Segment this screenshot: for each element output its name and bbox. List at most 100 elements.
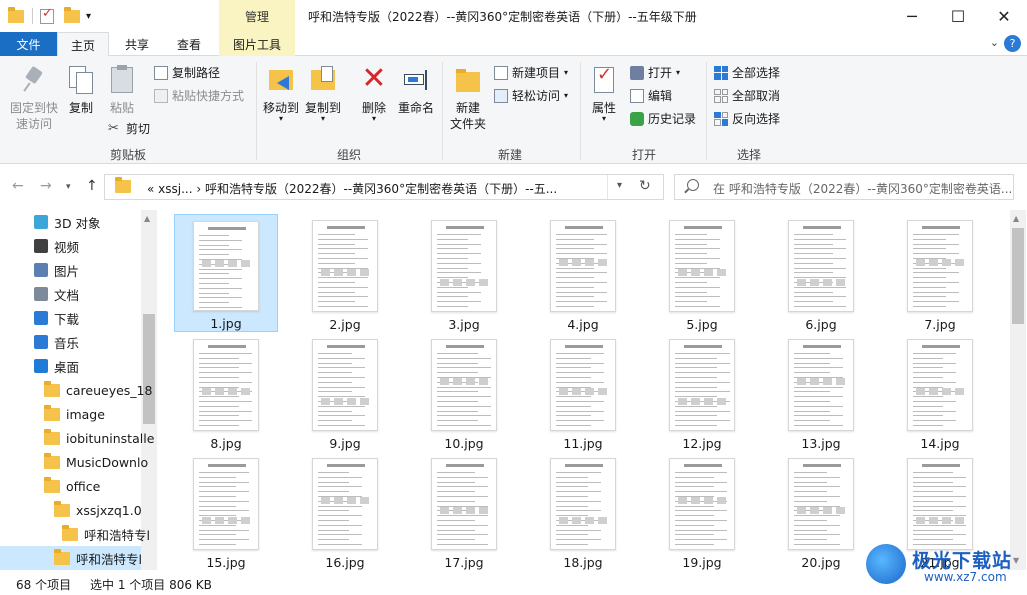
file-tile[interactable]: 18.jpg [531,452,635,570]
back-arrow-icon[interactable]: ← [12,178,24,194]
address-history-chevron-icon[interactable]: ▾ [617,180,622,191]
group-label-open: 打开 [632,148,657,162]
nav-tree-item[interactable]: MusicDownlo [44,450,157,474]
file-tile[interactable]: 1.jpg [174,214,278,332]
nav-tree-item[interactable]: 文档 [34,282,157,306]
paste-shortcut-button[interactable]: 粘贴快捷方式 [154,87,244,104]
copy-path-button[interactable]: 复制路径 [154,64,220,81]
file-tile[interactable]: 6.jpg [769,214,873,332]
invert-selection-button[interactable]: 反向选择 [714,110,780,127]
file-tile[interactable]: 9.jpg [293,333,397,451]
delete-button[interactable]: ✕ 删除 ▾ [358,64,390,123]
3d-objects-icon [34,215,48,229]
open-button[interactable]: 打开 ▾ [630,64,680,81]
move-to-button[interactable]: 移动到 ▾ [262,64,300,123]
copy-to-button[interactable]: 复制到 ▾ [304,64,342,123]
select-none-button[interactable]: 全部取消 [714,87,780,104]
tab-share[interactable]: 共享 [112,32,162,56]
up-arrow-icon[interactable]: ↑ [86,178,98,194]
quick-access-folder-icon[interactable] [8,6,24,26]
new-folder-button[interactable]: 新建 文件夹 [448,64,488,132]
nav-tree-item[interactable]: 呼和浩特专l [0,546,141,570]
folder-icon [44,428,60,445]
file-tile[interactable]: 4.jpg [531,214,635,332]
nav-tree-item[interactable]: xssjxzq1.0 [54,498,157,522]
file-tile[interactable]: 3.jpg [412,214,516,332]
scroll-up-icon[interactable]: ▲ [1013,214,1019,223]
copy-button[interactable]: 复制 [64,64,98,116]
maximize-button[interactable]: ☐ [935,0,981,32]
tab-home[interactable]: 主页 [57,32,109,57]
tab-picture-tools[interactable]: 图片工具 [219,32,295,56]
move-to-icon [265,64,297,96]
history-button[interactable]: 历史记录 [630,110,696,127]
content-scrollbar[interactable]: ▲ ▼ [1010,210,1026,570]
new-item-label: 新建项目 [512,66,561,80]
edit-button[interactable]: 编辑 [630,87,672,104]
help-icon[interactable]: ? [1004,35,1021,52]
search-input[interactable]: 在 呼和浩特专版（2022春）--黄冈360°定制密卷英语... [713,180,1012,197]
properties-button[interactable]: ✓ 属性 ▾ [586,64,622,123]
easy-access-button[interactable]: 轻松访问 ▾ [494,87,568,104]
file-tile[interactable]: 5.jpg [650,214,754,332]
address-bar[interactable]: « xssj... › 呼和浩特专版（2022春）--黄冈360°定制密卷英语（… [104,174,664,200]
file-tile[interactable]: 19.jpg [650,452,754,570]
context-tab-manage: 管理 [219,0,295,32]
new-folder-icon[interactable] [64,6,80,26]
tab-view[interactable]: 查看 [164,32,214,56]
file-name: 20.jpg [801,555,841,570]
cut-button[interactable]: ✂ 剪切 [108,120,150,137]
nav-tree-item[interactable]: 图片 [34,258,157,282]
nav-tree-item[interactable]: image [44,402,157,426]
select-all-button[interactable]: 全部选择 [714,64,780,81]
nav-tree-item[interactable]: 视频 [34,234,157,258]
nav-tree-item[interactable]: 音乐 [34,330,157,354]
nav-tree-item[interactable]: 3D 对象 [34,210,157,234]
nav-tree-item[interactable]: 下载 [34,306,157,330]
scroll-thumb[interactable] [1012,228,1024,324]
navigation-bar: ← → ▾ ↑ « xssj... › 呼和浩特专版（2022春）--黄冈360… [0,164,1027,210]
chevron-down-icon: ▾ [564,68,569,77]
pin-to-quick-access-button[interactable]: 固定到快 速访问 [6,64,62,132]
file-tile[interactable]: 8.jpg [174,333,278,451]
nav-tree-item[interactable]: 桌面 [34,354,157,378]
nav-tree-item[interactable]: office [44,474,157,498]
address-path[interactable]: « xssj... › 呼和浩特专版（2022春）--黄冈360°定制密卷英语（… [147,180,557,197]
file-tile[interactable]: 13.jpg [769,333,873,451]
nav-tree-item[interactable]: 呼和浩特专l [62,522,157,546]
customize-toolbar-chevron-icon[interactable]: ▾ [86,6,91,26]
nav-tree-item[interactable]: iobituninstalle [44,426,157,450]
file-tile[interactable]: 17.jpg [412,452,516,570]
file-tile[interactable]: 16.jpg [293,452,397,570]
close-button[interactable]: ✕ [981,0,1027,32]
image-thumbnail [431,220,497,312]
file-name: 12.jpg [682,436,722,451]
file-tile[interactable]: 11.jpg [531,333,635,451]
properties-icon: ✓ [588,64,620,96]
group-label-clipboard: 剪贴板 [110,148,147,162]
file-tile[interactable]: 10.jpg [412,333,516,451]
folder-icon [54,500,70,517]
rename-button[interactable]: 重命名 [396,64,436,116]
chevron-down-icon: ▾ [320,114,325,123]
file-name: 5.jpg [686,317,718,332]
file-tile[interactable]: 15.jpg [174,452,278,570]
file-tile[interactable]: 14.jpg [888,333,992,451]
minimize-button[interactable]: ─ [889,0,935,32]
file-tile[interactable]: 2.jpg [293,214,397,332]
nav-tree-item[interactable]: careueyes_18 [44,378,157,402]
collapse-ribbon-chevron-icon[interactable]: ⌄ [990,36,999,49]
paste-button[interactable]: 粘贴 [104,64,140,116]
tab-file[interactable]: 文件 [0,32,57,56]
file-tile[interactable]: 12.jpg [650,333,754,451]
file-tile[interactable]: 7.jpg [888,214,992,332]
copy-icon [65,64,97,96]
new-item-button[interactable]: 新建项目 ▾ [494,64,568,81]
file-tile[interactable]: 20.jpg [769,452,873,570]
properties-check-icon[interactable]: ✓ [40,6,54,26]
refresh-icon[interactable]: ↻ [639,178,651,194]
forward-arrow-icon[interactable]: → [40,178,52,194]
recent-locations-chevron-icon[interactable]: ▾ [66,182,71,192]
file-name: 6.jpg [805,317,837,332]
search-box[interactable]: 在 呼和浩特专版（2022春）--黄冈360°定制密卷英语... [674,174,1014,200]
